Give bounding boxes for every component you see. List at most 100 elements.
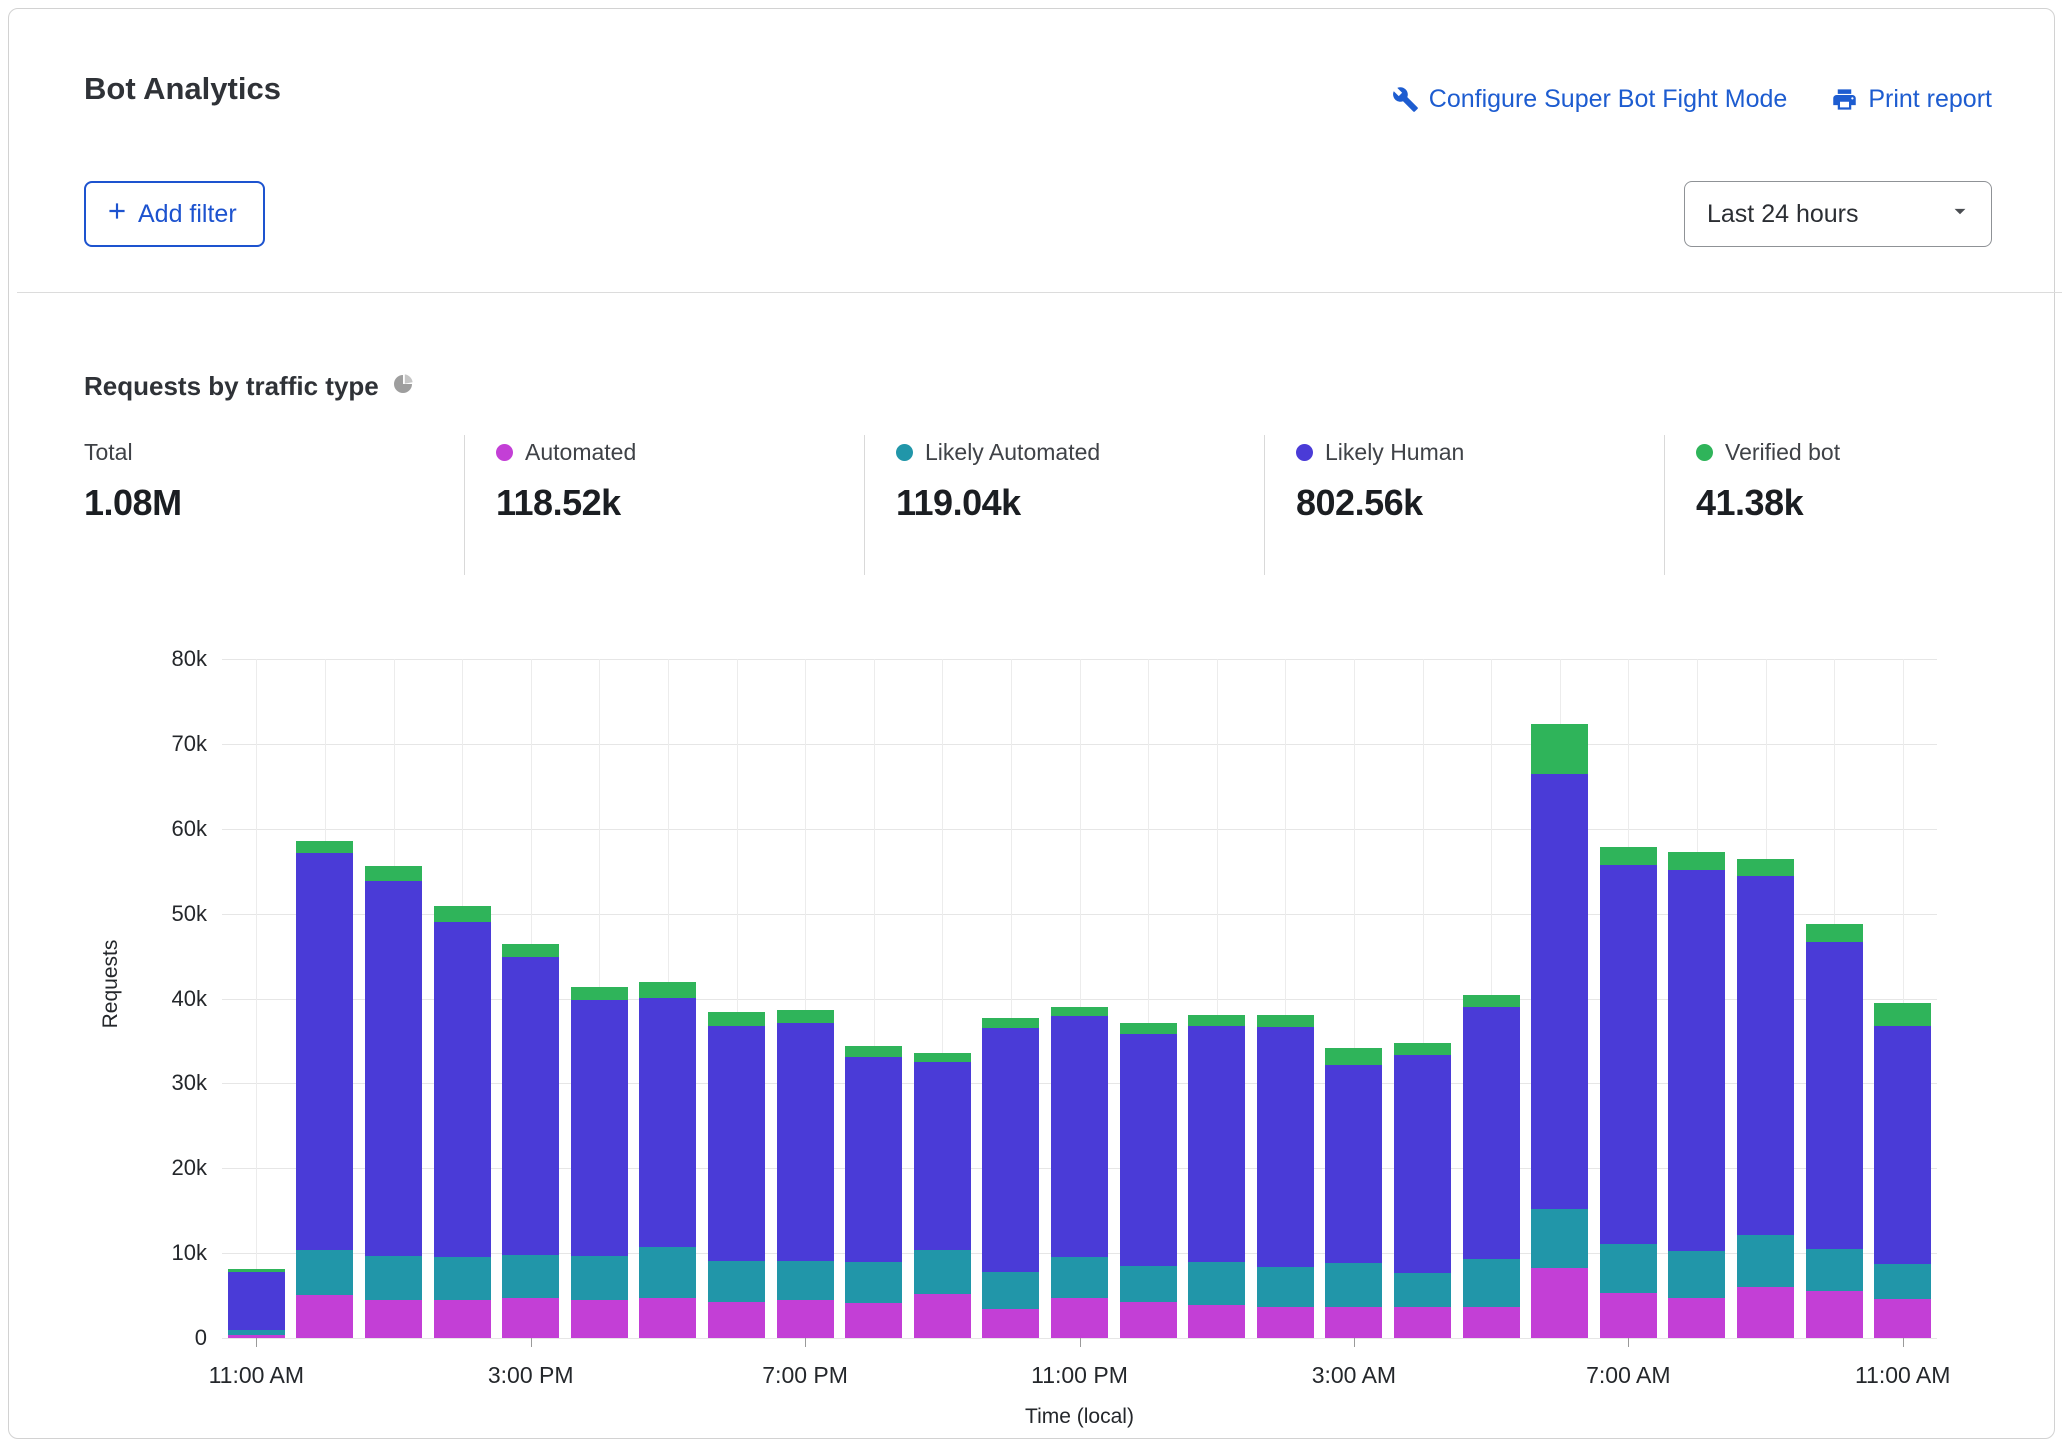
bar-segment-likely-automated [1737, 1235, 1794, 1287]
bar-segment-automated [639, 1298, 696, 1338]
y-tick-label: 50k [127, 901, 207, 927]
stat-total-value: 1.08M [84, 482, 182, 524]
bar-segment-verified-bot [571, 987, 628, 1000]
bar-segment-automated [1806, 1291, 1863, 1338]
bar-segment-verified-bot [914, 1053, 971, 1062]
bar-segment-likely-automated [845, 1262, 902, 1304]
bar-segment-verified-bot [502, 944, 559, 957]
bar-segment-likely-automated [1120, 1266, 1177, 1302]
stat-verified-bot-value: 41.38k [1696, 482, 1840, 524]
bar-segment-automated [982, 1309, 1039, 1338]
stat-likely-automated: Likely Automated 119.04k [896, 439, 1100, 524]
x-tick [1354, 1338, 1355, 1347]
bar-segment-automated [914, 1294, 971, 1338]
stat-likely-automated-label: Likely Automated [925, 439, 1100, 466]
x-tick [805, 1338, 806, 1347]
bar-segment-likely-human [708, 1026, 765, 1261]
bar-segment-likely-human [1120, 1034, 1177, 1266]
chevron-down-icon [1947, 198, 1973, 231]
bar-segment-likely-automated [1531, 1209, 1588, 1268]
bar-1100am-0 [228, 659, 285, 1338]
configure-super-bot-fight-mode-link[interactable]: Configure Super Bot Fight Mode [1392, 85, 1788, 114]
bar-segment-likely-automated [1668, 1251, 1725, 1298]
x-tick [256, 1338, 257, 1347]
bar-segment-automated [1874, 1299, 1931, 1338]
bar-1100am-24 [1874, 659, 1931, 1338]
print-report-link[interactable]: Print report [1831, 85, 1992, 114]
time-range-value: Last 24 hours [1707, 200, 1859, 229]
bar-segment-automated [365, 1300, 422, 1338]
section-title-text: Requests by traffic type [84, 371, 379, 402]
bar-segment-automated [1120, 1302, 1177, 1338]
bar-1200pm-1 [296, 659, 353, 1338]
bar-700am-20 [1600, 659, 1657, 1338]
x-tick-label: 3:00 AM [1254, 1362, 1454, 1389]
x-tick-label: 11:00 PM [980, 1362, 1180, 1389]
y-tick-label: 70k [127, 731, 207, 757]
bar-segment-likely-automated [434, 1257, 491, 1300]
print-link-label: Print report [1868, 85, 1992, 114]
bar-segment-likely-automated [1257, 1267, 1314, 1307]
likely-human-dot [1296, 444, 1313, 461]
bar-segment-likely-automated [228, 1330, 285, 1335]
printer-icon [1831, 86, 1858, 113]
bar-segment-verified-bot [1463, 995, 1520, 1007]
bar-600pm-7 [708, 659, 765, 1338]
bar-700pm-8 [777, 659, 834, 1338]
x-tick [1628, 1338, 1629, 1347]
bar-segment-likely-automated [571, 1256, 628, 1300]
bar-segment-likely-human [1463, 1007, 1520, 1259]
bar-600am-19 [1531, 659, 1588, 1338]
bar-segment-likely-automated [914, 1250, 971, 1294]
bar-segment-likely-human [228, 1272, 285, 1330]
bar-900pm-10 [914, 659, 971, 1338]
bar-segment-likely-automated [1394, 1273, 1451, 1308]
bar-segment-automated [708, 1302, 765, 1338]
bar-segment-likely-automated [296, 1250, 353, 1295]
plus-icon [104, 198, 130, 231]
bar-segment-likely-automated [1325, 1263, 1382, 1306]
bar-200pm-3 [434, 659, 491, 1338]
x-tick-label: 11:00 AM [1803, 1362, 2003, 1389]
stat-automated-label: Automated [525, 439, 636, 466]
bar-1200am-13 [1120, 659, 1177, 1338]
bar-segment-verified-bot [1600, 847, 1657, 865]
automated-dot [496, 444, 513, 461]
bar-segment-likely-automated [982, 1272, 1039, 1309]
y-tick-label: 40k [127, 986, 207, 1012]
bar-segment-automated [1188, 1305, 1245, 1338]
bar-400pm-5 [571, 659, 628, 1338]
bar-segment-likely-human [845, 1057, 902, 1262]
bar-segment-automated [1600, 1293, 1657, 1338]
bar-segment-verified-bot [434, 906, 491, 922]
bar-segment-verified-bot [982, 1018, 1039, 1028]
section-title: Requests by traffic type [84, 371, 415, 402]
bar-segment-likely-human [639, 998, 696, 1248]
requests-stacked-bar-chart: 010k20k30k40k50k60k70k80k11:00 AM3:00 PM… [222, 659, 1937, 1338]
add-filter-button[interactable]: Add filter [84, 181, 265, 247]
bar-segment-likely-human [777, 1023, 834, 1261]
bar-segment-verified-bot [708, 1012, 765, 1026]
bar-segment-likely-automated [1600, 1244, 1657, 1293]
stat-likely-human: Likely Human 802.56k [1296, 439, 1464, 524]
bar-900am-22 [1737, 659, 1794, 1338]
configure-link-label: Configure Super Bot Fight Mode [1429, 85, 1788, 114]
wrench-icon [1392, 86, 1419, 113]
bar-segment-verified-bot [1668, 852, 1725, 870]
bar-segment-likely-automated [1874, 1264, 1931, 1299]
bar-segment-likely-automated [1188, 1262, 1245, 1304]
y-tick-label: 30k [127, 1070, 207, 1096]
stat-divider [464, 435, 465, 575]
stat-likely-human-value: 802.56k [1296, 482, 1464, 524]
bar-segment-likely-human [914, 1062, 971, 1250]
bar-segment-automated [1668, 1298, 1725, 1338]
x-tick-label: 3:00 PM [431, 1362, 631, 1389]
time-range-select[interactable]: Last 24 hours [1684, 181, 1992, 247]
bar-800am-21 [1668, 659, 1725, 1338]
traffic-type-stats: Total 1.08M Automated 118.52k Likely Aut… [9, 439, 2062, 579]
bar-segment-verified-bot [1737, 859, 1794, 876]
bar-segment-automated [1463, 1307, 1520, 1338]
bar-segment-verified-bot [777, 1010, 834, 1024]
bar-segment-verified-bot [365, 866, 422, 880]
bar-segment-likely-human [982, 1028, 1039, 1272]
